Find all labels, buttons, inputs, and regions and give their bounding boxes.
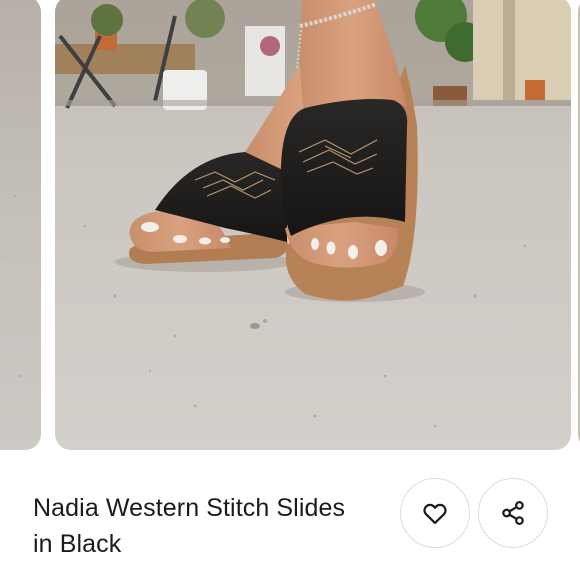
share-icon xyxy=(502,501,524,525)
product-title-line-1: Nadia Western Stitch Slides xyxy=(33,494,346,522)
product-info: Nadia Western Stitch Slides in Black xyxy=(0,452,580,580)
product-title-line-2: in Black xyxy=(33,530,122,558)
product-main-image[interactable] xyxy=(55,0,571,450)
product-page: Nadia Western Stitch Slides in Black xyxy=(0,0,580,580)
favorite-button[interactable] xyxy=(400,478,470,548)
product-title: Nadia Western Stitch Slides in Black xyxy=(33,490,383,562)
heart-icon xyxy=(423,503,447,525)
carousel-previous-image[interactable] xyxy=(0,0,41,450)
share-button[interactable] xyxy=(478,478,548,548)
image-carousel[interactable] xyxy=(0,0,580,452)
